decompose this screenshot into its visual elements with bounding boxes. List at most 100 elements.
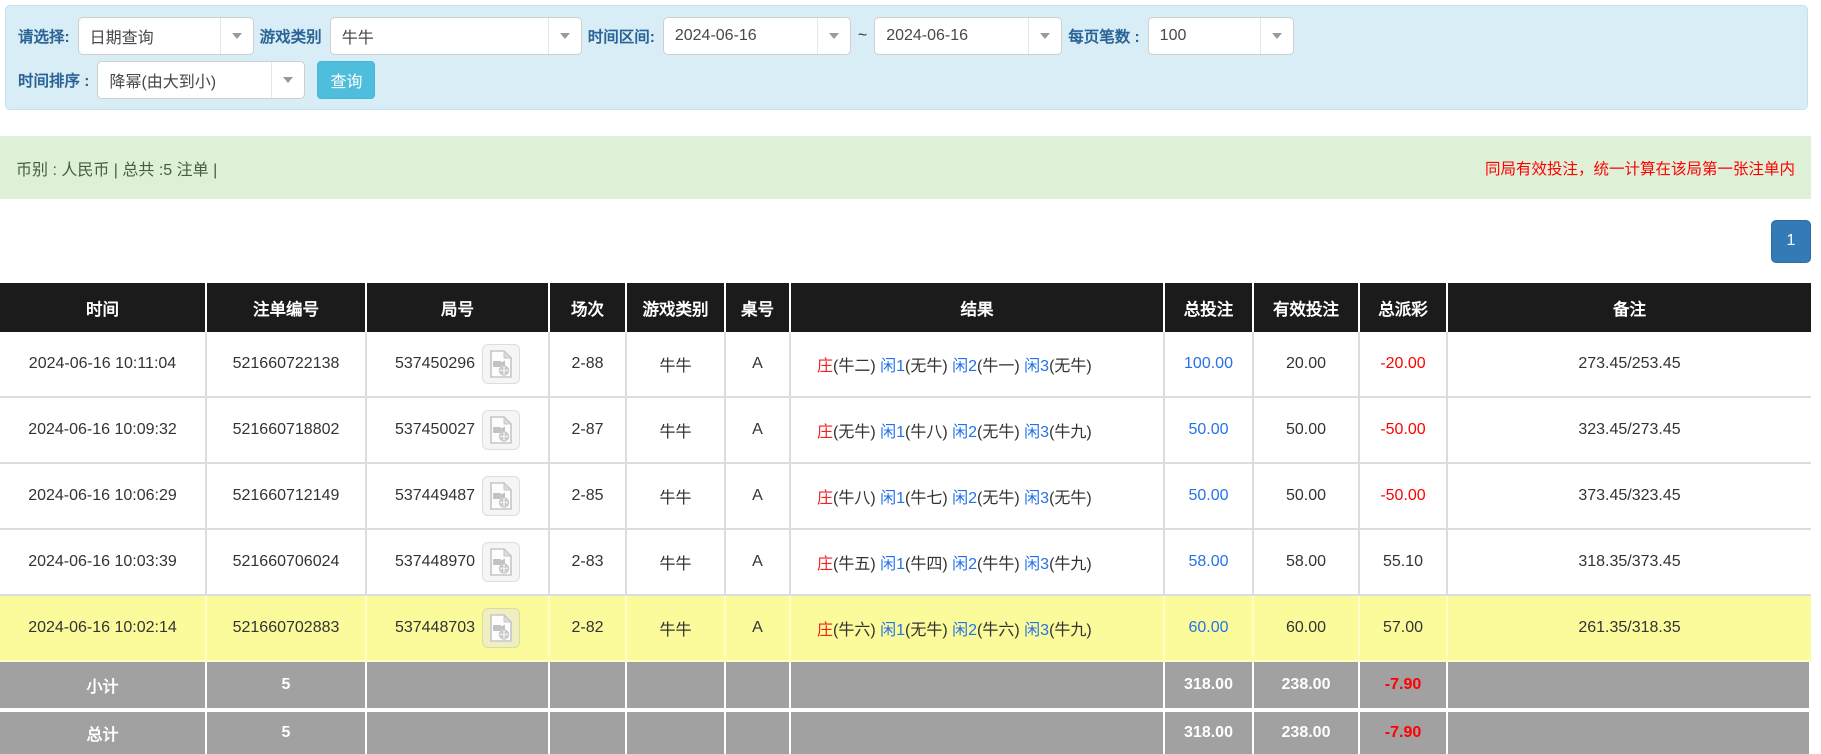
cell-game-type: 牛牛 bbox=[627, 464, 726, 530]
chevron-down-icon[interactable] bbox=[817, 18, 850, 54]
column-header-4: 游戏类别 bbox=[627, 283, 726, 332]
table-row[interactable]: 2024-06-16 10:09:32521660718802537450027… bbox=[0, 398, 1811, 464]
grand-total-row-cell-10 bbox=[1448, 708, 1811, 754]
cell-game-type: 牛牛 bbox=[627, 398, 726, 464]
game-type-select[interactable]: 牛牛 bbox=[330, 17, 582, 55]
date-from-select[interactable]: 2024-06-16 bbox=[663, 17, 851, 55]
cell-valid-bet: 20.00 bbox=[1254, 332, 1360, 398]
column-header-2: 局号 bbox=[367, 283, 550, 332]
round-number: 537450027 bbox=[395, 421, 475, 438]
result-hand-value: (无牛) bbox=[905, 622, 952, 639]
result-player-label: 闲2 bbox=[952, 556, 977, 573]
grand-total-row-cell-3 bbox=[550, 708, 627, 754]
cell-table-number: A bbox=[726, 332, 791, 398]
result-player-label: 闲1 bbox=[880, 424, 905, 441]
result-hand-value: (牛七) bbox=[905, 490, 952, 507]
bet-records-table: 时间注单编号局号场次游戏类别桌号结果总投注有效投注总派彩备注 2024-06-1… bbox=[0, 283, 1811, 754]
cell-valid-bet: 50.00 bbox=[1254, 464, 1360, 530]
cell-table-number: A bbox=[726, 464, 791, 530]
result-player-label: 闲1 bbox=[880, 490, 905, 507]
cell-payout: -50.00 bbox=[1360, 464, 1448, 530]
replay-video-button[interactable] bbox=[482, 476, 520, 516]
result-hand-value: (牛八) bbox=[905, 424, 952, 441]
subtotal-row-cell-3 bbox=[550, 662, 627, 708]
subtotal-row-cell-10 bbox=[1448, 662, 1811, 708]
result-hand-value: (无牛) bbox=[905, 358, 952, 375]
subtotal-row-cell-1: 5 bbox=[207, 662, 367, 708]
grand-total-row-cell-8: 238.00 bbox=[1254, 708, 1360, 754]
video-icon bbox=[489, 416, 513, 444]
total-bet-link[interactable]: 50.00 bbox=[1188, 487, 1228, 504]
cell-game-type: 牛牛 bbox=[627, 596, 726, 662]
cell-session: 2-85 bbox=[550, 464, 627, 530]
cell-table-number: A bbox=[726, 530, 791, 596]
page-1-button[interactable]: 1 bbox=[1771, 220, 1811, 263]
date-to-select[interactable]: 2024-06-16 bbox=[874, 17, 1062, 55]
total-bet-link[interactable]: 60.00 bbox=[1188, 619, 1228, 636]
game-type-value: 牛牛 bbox=[331, 18, 548, 54]
total-bet-link[interactable]: 50.00 bbox=[1188, 421, 1228, 438]
subtotal-row-cell-6 bbox=[791, 662, 1165, 708]
cell-bet-number: 521660702883 bbox=[207, 596, 367, 662]
table-row[interactable]: 2024-06-16 10:02:14521660702883537448703… bbox=[0, 596, 1811, 662]
chevron-down-icon[interactable] bbox=[1028, 18, 1061, 54]
cell-result: 庄(无牛) 闲1(牛八) 闲2(无牛) 闲3(牛九) bbox=[791, 398, 1165, 464]
cell-round-number: 537450027 bbox=[367, 398, 550, 464]
subtotal-row-cell-8: 238.00 bbox=[1254, 662, 1360, 708]
filter-row-1: 请选择: 日期查询 游戏类别 牛牛 时间区间: 2024-06-16 ~ 202… bbox=[18, 16, 1795, 56]
sort-order-label: 时间排序 : bbox=[18, 69, 89, 91]
cell-total-bet: 50.00 bbox=[1165, 464, 1254, 530]
subtotal-row-cell-0: 小计 bbox=[0, 662, 207, 708]
result-player-label: 闲3 bbox=[1024, 490, 1049, 507]
cell-game-type: 牛牛 bbox=[627, 332, 726, 398]
sort-order-select[interactable]: 降幂(由大到小) bbox=[97, 61, 305, 99]
cell-payout: 55.10 bbox=[1360, 530, 1448, 596]
chevron-down-icon[interactable] bbox=[220, 18, 253, 54]
result-hand-value: (牛六) bbox=[833, 622, 880, 639]
table-row[interactable]: 2024-06-16 10:11:04521660722138537450296… bbox=[0, 332, 1811, 398]
cell-payout: -50.00 bbox=[1360, 398, 1448, 464]
query-type-select[interactable]: 日期查询 bbox=[78, 17, 254, 55]
cell-result: 庄(牛八) 闲1(牛七) 闲2(无牛) 闲3(无牛) bbox=[791, 464, 1165, 530]
cell-time: 2024-06-16 10:02:14 bbox=[0, 596, 207, 662]
cell-table-number: A bbox=[726, 398, 791, 464]
replay-video-button[interactable] bbox=[482, 344, 520, 384]
table-row[interactable]: 2024-06-16 10:03:39521660706024537448970… bbox=[0, 530, 1811, 596]
cell-session: 2-83 bbox=[550, 530, 627, 596]
video-icon bbox=[489, 614, 513, 642]
cell-remark: 373.45/323.45 bbox=[1448, 464, 1811, 530]
cell-bet-number: 521660712149 bbox=[207, 464, 367, 530]
result-hand-value: (无牛) bbox=[833, 424, 880, 441]
subtotal-row-cell-5 bbox=[726, 662, 791, 708]
chevron-down-icon[interactable] bbox=[548, 18, 581, 54]
result-banker-label: 庄 bbox=[817, 424, 833, 441]
video-icon bbox=[489, 548, 513, 576]
cell-bet-number: 521660718802 bbox=[207, 398, 367, 464]
search-button[interactable]: 查询 bbox=[317, 61, 375, 99]
result-player-label: 闲2 bbox=[952, 424, 977, 441]
total-bet-link[interactable]: 58.00 bbox=[1188, 553, 1228, 570]
notice-text: 同局有效投注，统一计算在该局第一张注单内 bbox=[1485, 157, 1795, 179]
chevron-down-icon[interactable] bbox=[1260, 18, 1293, 54]
column-header-6: 结果 bbox=[791, 283, 1165, 332]
time-range-label: 时间区间: bbox=[588, 25, 655, 47]
chevron-down-icon[interactable] bbox=[271, 62, 304, 98]
total-bet-link[interactable]: 100.00 bbox=[1184, 355, 1233, 372]
table-row[interactable]: 2024-06-16 10:06:29521660712149537449487… bbox=[0, 464, 1811, 530]
query-type-value: 日期查询 bbox=[79, 18, 220, 54]
total-payout-value: -7.90 bbox=[1385, 676, 1421, 693]
page-size-select[interactable]: 100 bbox=[1148, 17, 1294, 55]
page-size-label: 每页笔数 : bbox=[1068, 25, 1139, 47]
replay-video-button[interactable] bbox=[482, 608, 520, 648]
replay-video-button[interactable] bbox=[482, 542, 520, 582]
result-banker-label: 庄 bbox=[817, 556, 833, 573]
total-payout-value: -7.90 bbox=[1385, 724, 1421, 741]
round-number: 537450296 bbox=[395, 355, 475, 372]
result-hand-value: (牛八) bbox=[833, 490, 880, 507]
cell-time: 2024-06-16 10:03:39 bbox=[0, 530, 207, 596]
column-header-9: 总派彩 bbox=[1360, 283, 1448, 332]
cell-remark: 318.35/373.45 bbox=[1448, 530, 1811, 596]
column-header-10: 备注 bbox=[1448, 283, 1811, 332]
replay-video-button[interactable] bbox=[482, 410, 520, 450]
cell-total-bet: 50.00 bbox=[1165, 398, 1254, 464]
